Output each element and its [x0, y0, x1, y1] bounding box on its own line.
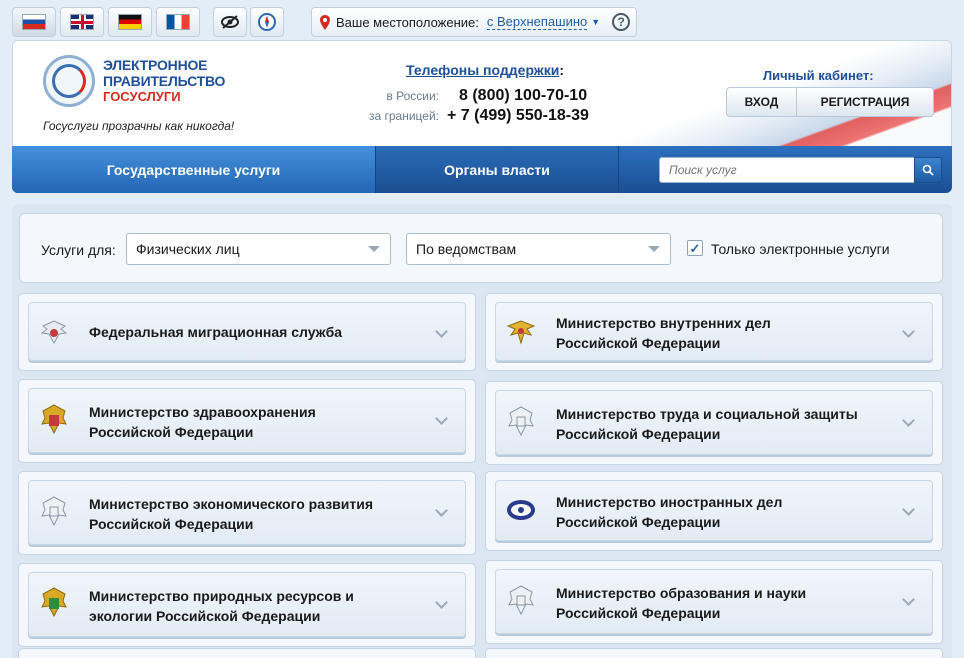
fms-emblem-icon [40, 320, 68, 345]
minprirody-emblem-icon [41, 587, 67, 618]
dropdown-arrow-icon [648, 246, 660, 252]
agency-card[interactable]: Министерство образования и науки Российс… [485, 560, 943, 644]
main-nav: Государственные услуги Органы власти [12, 146, 952, 193]
support-phones-colon: : [559, 62, 565, 78]
grouping-select[interactable]: По ведомствам [406, 233, 671, 265]
chevron-down-icon[interactable] [902, 593, 915, 606]
help-icon[interactable]: ? [612, 13, 631, 31]
minobrnauki-emblem-icon [508, 585, 534, 616]
search-button[interactable] [914, 157, 942, 183]
agency-card-inner[interactable]: Министерство труда и социальной защиты Р… [495, 390, 933, 455]
agency-card[interactable]: Федеральная миграционная служба [18, 293, 476, 371]
chevron-down-icon[interactable] [902, 325, 915, 338]
checkmark-icon: ✓ [689, 240, 701, 256]
agency-name[interactable]: Министерство образования и науки Российс… [556, 583, 888, 623]
chevron-down-icon[interactable] [435, 325, 448, 338]
agency-name[interactable]: Министерство внутренних дел Российской Ф… [556, 313, 888, 353]
services-for-label: Услуги для: [41, 242, 116, 258]
agency-name[interactable]: Министерство труда и социальной защиты Р… [556, 404, 888, 444]
language-de-button[interactable] [108, 7, 152, 37]
flag-germany-icon [118, 14, 142, 30]
electronic-only-checkbox[interactable]: ✓ [687, 240, 703, 256]
agency-name[interactable]: Министерство иностранных дел Российской … [556, 492, 888, 532]
phone-russia-number: 8 (800) 100-70-10 [459, 87, 588, 104]
services-filter-bar: Услуги для: Физических лиц По ведомствам… [19, 213, 943, 283]
agency-card[interactable]: Министерство экономического развития Рос… [18, 471, 476, 555]
site-header: ЭЛЕКТРОННОЕ ПРАВИТЕЛЬСТВО ГОСУСЛУГИ Госу… [12, 40, 952, 146]
eye-icon [221, 15, 239, 29]
agency-card[interactable]: Министерство труда и социальной защиты Р… [485, 381, 943, 465]
grouping-select-value: По ведомствам [416, 241, 517, 257]
phone-abroad-row: за границей: + 7 (499) 550-18-39 [349, 107, 589, 125]
chevron-down-icon[interactable] [435, 504, 448, 517]
agency-card[interactable]: Министерство природных ресурсов и эколог… [18, 563, 476, 647]
tab-authorities[interactable]: Органы власти [375, 146, 618, 193]
tagline: Госуслуги прозрачны как никогда! [43, 119, 235, 133]
personal-cabinet-title: Личный кабинет: [763, 68, 874, 83]
search-input[interactable] [659, 157, 915, 183]
chevron-down-icon[interactable] [902, 414, 915, 427]
agency-card-inner[interactable]: Министерство экономического развития Рос… [28, 480, 466, 545]
agency-name[interactable]: Министерство природных ресурсов и эколог… [89, 586, 421, 626]
phone-russia-row: в России: 8 (800) 100-70-10 [349, 87, 587, 105]
gosuslugi-logo-icon[interactable] [43, 55, 95, 107]
agency-card[interactable]: Министерство иностранных дел Российской … [485, 471, 943, 551]
phone-abroad-label: за границей: [368, 109, 439, 123]
agency-card-partial [18, 648, 476, 658]
search-icon [922, 164, 934, 176]
logo-line-2: ПРАВИТЕЛЬСТВО [103, 73, 226, 89]
location-pin-icon [320, 14, 330, 30]
chevron-down-icon[interactable]: ▼ [591, 17, 600, 27]
agency-card-inner[interactable]: Министерство иностранных дел Российской … [495, 480, 933, 541]
agency-card[interactable]: Министерство внутренних дел Российской Ф… [485, 293, 943, 371]
location-selector: Ваше местоположение: с Верхнепашино ▼ ? [311, 7, 637, 37]
agency-card-inner[interactable]: Министерство природных ресурсов и эколог… [28, 572, 466, 637]
search-area [618, 146, 952, 193]
electronic-only-label[interactable]: Только электронные услуги [711, 241, 890, 257]
mid-emblem-icon [507, 500, 535, 520]
agency-card[interactable]: Министерство здравоохранения Российской … [18, 379, 476, 463]
minekonom-emblem-icon [41, 496, 67, 527]
logo-text[interactable]: ЭЛЕКТРОННОЕ ПРАВИТЕЛЬСТВО ГОСУСЛУГИ [103, 57, 225, 105]
agency-name[interactable]: Федеральная миграционная служба [89, 322, 421, 342]
audience-select-value: Физических лиц [136, 241, 240, 257]
top-bar: Ваше местоположение: с Верхнепашино ▼ ? [0, 0, 964, 40]
register-button[interactable]: РЕГИСТРАЦИЯ [797, 88, 933, 116]
compass-icon [258, 13, 276, 31]
flag-russia-icon [22, 14, 46, 30]
minzdrav-emblem-icon [41, 404, 67, 435]
chevron-down-icon[interactable] [435, 412, 448, 425]
phone-russia-label: в России: [386, 89, 439, 103]
dropdown-arrow-icon [368, 246, 380, 252]
logo-line-1: ЭЛЕКТРОННОЕ [103, 57, 208, 73]
support-phones-title[interactable]: Телефоны поддержки [406, 62, 559, 78]
location-label: Ваше местоположение: [336, 14, 479, 30]
agency-name[interactable]: Министерство здравоохранения Российской … [89, 402, 421, 442]
mvd-emblem-icon [506, 320, 536, 345]
audience-select[interactable]: Физических лиц [126, 233, 391, 265]
auth-buttons: ВХОД РЕГИСТРАЦИЯ [726, 87, 934, 117]
phone-abroad-number: + 7 (499) 550-18-39 [447, 107, 589, 124]
agency-card-inner[interactable]: Министерство здравоохранения Российской … [28, 388, 466, 453]
agency-card-partial [485, 648, 943, 658]
language-fr-button[interactable] [156, 7, 200, 37]
location-city-link[interactable]: с Верхнепашино [486, 14, 588, 30]
chevron-down-icon[interactable] [902, 503, 915, 516]
login-button[interactable]: ВХОД [727, 88, 797, 116]
language-ru-button[interactable] [12, 7, 56, 37]
mintrud-emblem-icon [508, 406, 534, 437]
flag-uk-icon [70, 14, 94, 30]
flag-france-icon [166, 14, 190, 30]
logo-line-3: ГОСУСЛУГИ [103, 89, 181, 104]
tab-government-services[interactable]: Государственные услуги [12, 146, 375, 193]
compass-button[interactable] [250, 7, 284, 37]
support-phones-link[interactable]: Телефоны поддержки: [406, 62, 564, 78]
language-en-button[interactable] [60, 7, 104, 37]
agency-name[interactable]: Министерство экономического развития Рос… [89, 494, 421, 534]
agency-card-inner[interactable]: Министерство образования и науки Российс… [495, 569, 933, 634]
accessibility-button[interactable] [213, 7, 247, 37]
agency-card-inner[interactable]: Министерство внутренних дел Российской Ф… [495, 302, 933, 361]
chevron-down-icon[interactable] [435, 596, 448, 609]
agency-card-inner[interactable]: Федеральная миграционная служба [28, 302, 466, 361]
